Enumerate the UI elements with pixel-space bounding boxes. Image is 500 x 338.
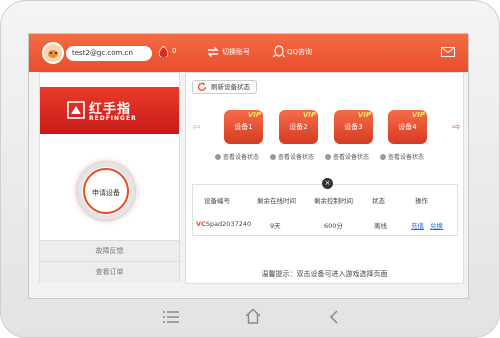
view-status-link-1[interactable]: 查看设备状态 <box>215 152 259 161</box>
vip-badge: VIP <box>357 111 371 119</box>
account-email: test2@gc.com.cn <box>66 46 152 61</box>
online-time: 9天 <box>270 222 281 230</box>
device-label: 设备4 <box>398 123 417 131</box>
qq-consult-link[interactable]: QQ咨询 <box>287 47 312 57</box>
feedback-button[interactable]: 故障反馈 <box>40 240 179 261</box>
recharge-link[interactable]: 充值 <box>411 220 424 230</box>
apply-device-label: 申请设备 <box>92 189 120 197</box>
top-bar: test2@gc.com.cn 0 切换账号 QQ咨询 <box>29 34 468 72</box>
brand-banner: 红手指 REDFINGER <box>40 87 179 134</box>
refresh-status-label: 刷新设备状态 <box>211 83 250 91</box>
vip-badge: VIP <box>411 111 425 119</box>
col-header-status: 状态 <box>372 197 385 205</box>
left-panel: 红手指 REDFINGER 申请设备 故障反馈 查看订单 <box>39 72 180 282</box>
brand-name-en: REDFINGER <box>89 115 137 122</box>
vip-badge: VIP <box>302 111 316 119</box>
avatar[interactable] <box>42 42 64 64</box>
back-icon[interactable] <box>328 310 340 324</box>
status-dot <box>380 154 386 160</box>
col-header-online: 剩余在线时间 <box>257 197 296 205</box>
arrow-right-icon[interactable]: ⇨ <box>452 122 460 133</box>
view-status-link-3[interactable]: 查看设备状态 <box>325 152 369 161</box>
apply-device-button[interactable]: 申请设备 <box>77 162 135 220</box>
switch-account-link[interactable]: 切换账号 <box>222 47 250 57</box>
device-label: 设备1 <box>234 123 253 131</box>
col-header-control: 剩余控制时间 <box>314 197 353 205</box>
vip-badge: VIP <box>247 111 261 119</box>
redeem-link[interactable]: 兑换 <box>430 220 443 230</box>
mail-icon[interactable] <box>441 47 455 57</box>
home-icon[interactable] <box>245 308 261 324</box>
device-card-4[interactable]: VIP 设备4 <box>388 110 427 144</box>
device-table: 设备编号 剩余在线时间 剩余控制时间 状态 操作 VCSpad2037240 9… <box>192 184 458 236</box>
menu-icon[interactable] <box>163 311 179 323</box>
refresh-status-button[interactable]: 刷新设备状态 <box>192 80 257 94</box>
app-screen: test2@gc.com.cn 0 切换账号 QQ咨询 红手指 REDFINGE… <box>28 33 469 299</box>
col-header-id: 设备编号 <box>204 197 230 205</box>
drop-icon <box>159 46 168 57</box>
status-dot <box>215 154 221 160</box>
close-icon[interactable]: × <box>322 178 333 189</box>
device-label: 设备2 <box>289 123 308 131</box>
redfinger-logo <box>67 101 85 119</box>
status-dot <box>325 154 331 160</box>
refresh-icon <box>197 82 207 91</box>
arrow-left-icon[interactable]: ⇦ <box>192 122 200 133</box>
view-status-link-4[interactable]: 查看设备状态 <box>380 152 424 161</box>
drop-count: 0 <box>172 47 177 55</box>
view-orders-button[interactable]: 查看订单 <box>40 261 179 282</box>
device-status: 离线 <box>374 222 387 230</box>
device-card-1[interactable]: VIP 设备1 <box>224 110 263 144</box>
view-status-link-2[interactable]: 查看设备状态 <box>270 152 314 161</box>
col-header-action: 操作 <box>415 197 428 205</box>
device-card-3[interactable]: VIP 设备3 <box>334 110 373 144</box>
device-label: 设备3 <box>344 123 363 131</box>
tip-text: 温馨提示：双击设备可进入游戏选择页面 <box>261 270 388 278</box>
device-id: VCSpad2037240 <box>196 220 252 228</box>
control-time: 600分 <box>324 222 343 230</box>
status-dot <box>270 154 276 160</box>
device-card-2[interactable]: VIP 设备2 <box>279 110 318 144</box>
switch-account-icon[interactable] <box>206 46 220 58</box>
qq-icon[interactable] <box>273 45 285 58</box>
